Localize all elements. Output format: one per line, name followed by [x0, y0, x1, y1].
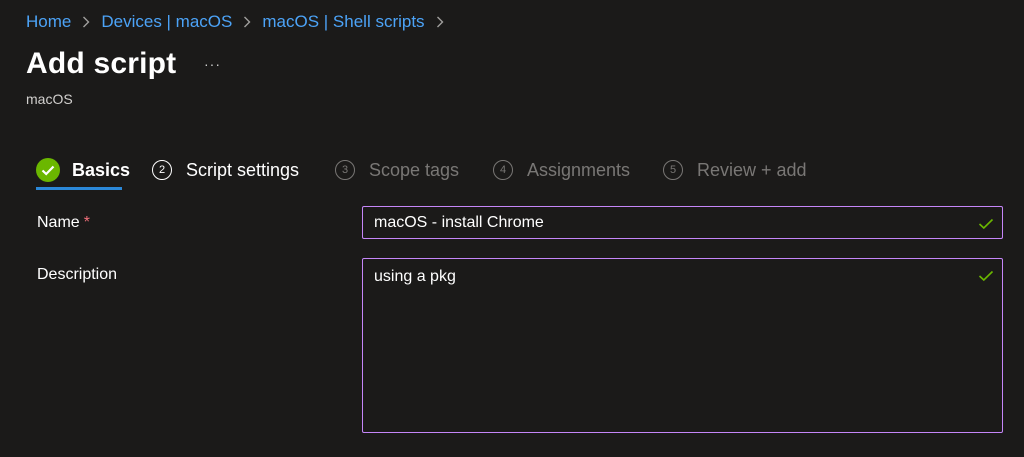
step-number-badge: 4 — [493, 160, 513, 180]
chevron-right-icon — [243, 16, 251, 28]
step-number-badge: 2 — [152, 160, 172, 180]
description-textarea-value: using a pkg — [374, 268, 456, 285]
page-subtitle: macOS — [26, 91, 73, 107]
breadcrumb-shell-scripts-link[interactable]: macOS | Shell scripts — [262, 12, 424, 32]
tab-assignments[interactable]: 4 Assignments — [493, 156, 630, 184]
tab-basics[interactable]: Basics — [36, 156, 130, 184]
tab-scope-tags-label: Scope tags — [369, 159, 460, 180]
tab-scope-tags[interactable]: 3 Scope tags — [335, 156, 459, 184]
tab-script-settings-label: Script settings — [186, 159, 300, 180]
name-label-text: Name — [37, 214, 80, 231]
checkmark-circle-icon — [36, 158, 60, 182]
page-title: Add script — [26, 47, 177, 80]
chevron-right-icon — [436, 16, 444, 28]
tab-script-settings[interactable]: 2 Script settings — [152, 156, 299, 184]
breadcrumb: Home Devices | macOS macOS | Shell scrip… — [26, 11, 455, 33]
chevron-right-icon — [82, 16, 90, 28]
name-input-value: macOS - install Chrome — [374, 214, 544, 231]
checkmark-icon — [978, 217, 994, 230]
checkmark-icon — [978, 269, 994, 282]
description-label: Description — [37, 266, 118, 283]
tab-basics-label: Basics — [72, 159, 131, 180]
required-indicator: * — [83, 214, 90, 231]
name-label: Name * — [37, 214, 90, 232]
step-number-badge: 3 — [335, 160, 355, 180]
name-input[interactable]: macOS - install Chrome — [362, 206, 1003, 239]
active-tab-indicator — [36, 187, 122, 190]
breadcrumb-home-link[interactable]: Home — [26, 12, 71, 32]
tab-assignments-label: Assignments — [527, 159, 631, 180]
tab-review-add[interactable]: 5 Review + add — [663, 156, 807, 184]
description-textarea[interactable]: using a pkg — [362, 258, 1003, 433]
breadcrumb-devices-macos-link[interactable]: Devices | macOS — [101, 12, 232, 32]
step-number-badge: 5 — [663, 160, 683, 180]
tab-review-add-label: Review + add — [697, 159, 807, 180]
more-options-icon[interactable]: ··· — [204, 56, 224, 72]
